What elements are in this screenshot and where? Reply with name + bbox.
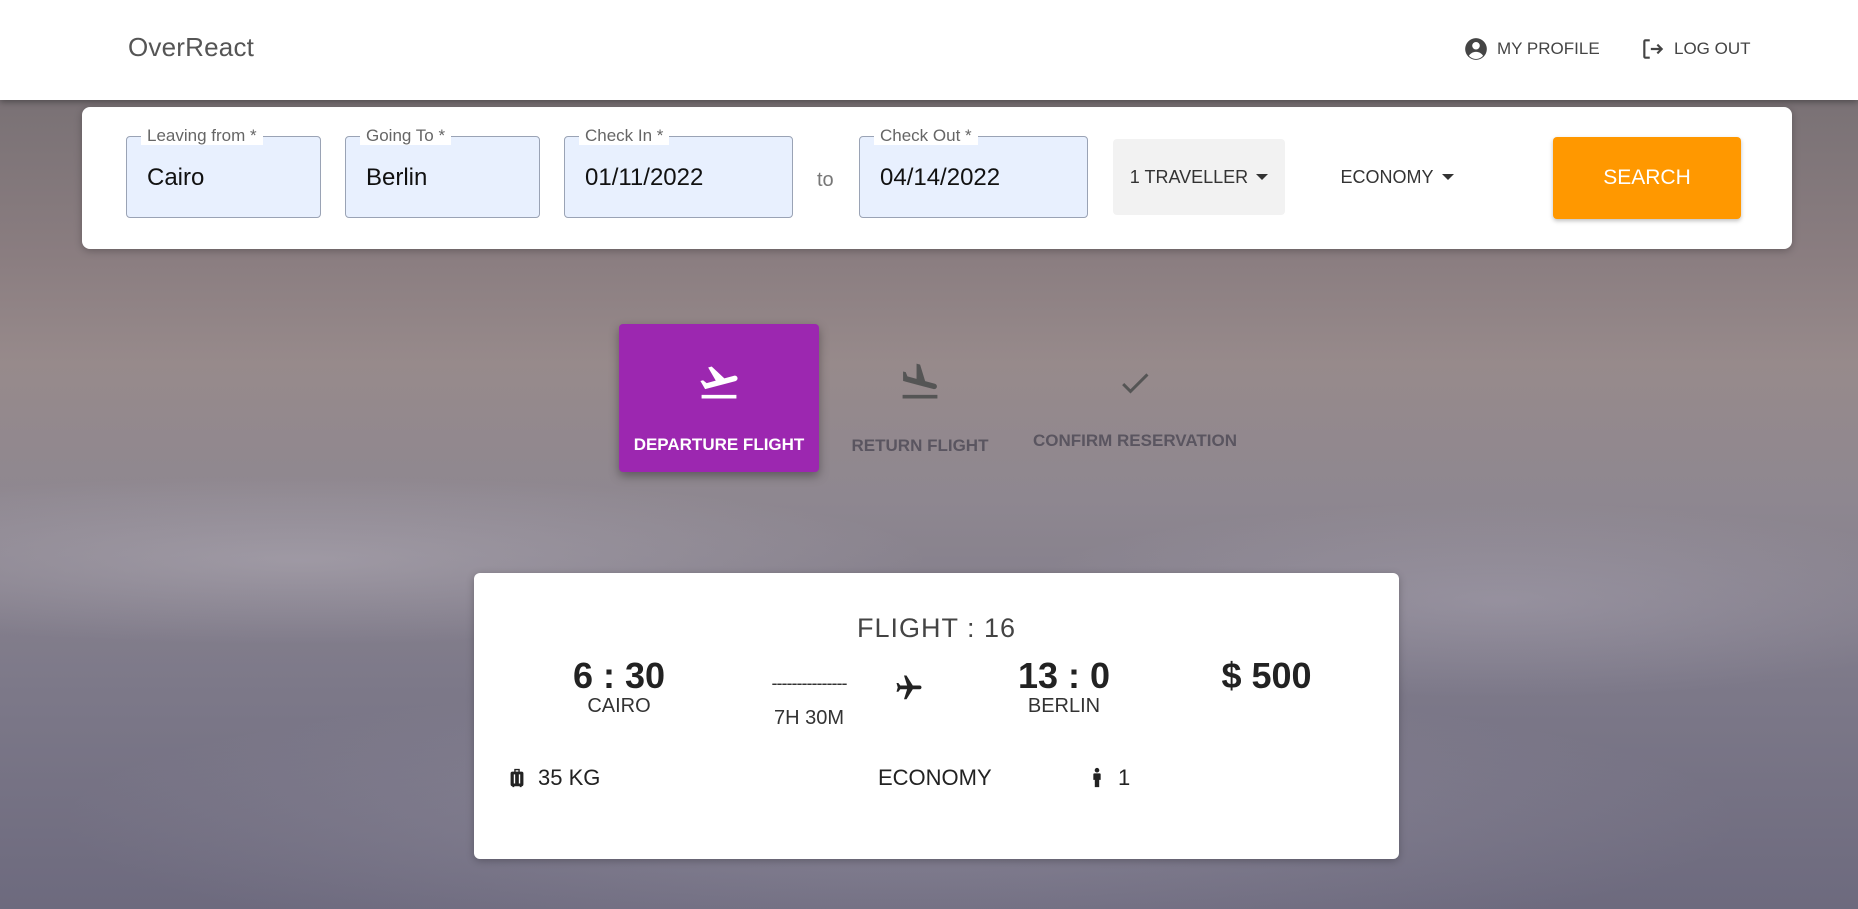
traveller-label: 1 TRAVELLER [1129, 166, 1249, 187]
passenger-count: 1 [1086, 765, 1130, 791]
airplane-icon [896, 675, 922, 700]
date-range-separator: to [817, 169, 834, 191]
route-indicator: --------------- 7H 30M [744, 673, 944, 733]
check-in-field[interactable]: Check In * 01/11/2022 [564, 127, 793, 218]
cabin-class-dropdown[interactable]: ECONOMY [1322, 139, 1472, 215]
search-button[interactable]: SEARCH [1553, 137, 1741, 219]
departure-city: CAIRO [587, 695, 651, 717]
log-out-button[interactable]: LOG OUT [1640, 34, 1751, 64]
leaving-from-label: Leaving from * [141, 127, 263, 145]
flight-price: $ 500 [1221, 655, 1312, 696]
arrival-info: 13 : 0 BERLIN [979, 655, 1149, 718]
passenger-value: 1 [1118, 765, 1131, 790]
traveller-dropdown[interactable]: 1 TRAVELLER [1113, 139, 1285, 215]
flight-takeoff-icon [700, 366, 738, 399]
departure-info: 6 : 30 CAIRO [534, 655, 704, 718]
step-return-label: RETURN FLIGHT [851, 436, 989, 455]
going-to-label: Going To * [360, 127, 452, 145]
going-to-value[interactable]: Berlin [366, 164, 427, 192]
check-out-field[interactable]: Check Out * 04/14/2022 [859, 127, 1088, 218]
going-to-field[interactable]: Going To * Berlin [345, 127, 540, 218]
check-out-value[interactable]: 04/14/2022 [880, 164, 1000, 192]
caret-down-icon [1441, 174, 1454, 180]
person-icon [1093, 767, 1101, 788]
check-out-label: Check Out * [874, 127, 978, 145]
account-circle-icon [1465, 38, 1487, 60]
step-confirm-reservation[interactable]: CONFIRM RESERVATION [1030, 365, 1240, 450]
cabin-value: ECONOMY [878, 765, 992, 790]
caret-down-icon [1256, 174, 1269, 180]
app-bar: OverReact MY PROFILE LOG OUT [0, 0, 1858, 100]
step-return-flight[interactable]: RETURN FLIGHT [845, 360, 995, 455]
baggage-value: 35 KG [538, 765, 601, 790]
my-profile-button[interactable]: MY PROFILE [1463, 34, 1600, 64]
step-confirm-label: CONFIRM RESERVATION [1032, 431, 1237, 450]
check-in-value[interactable]: 01/11/2022 [585, 164, 703, 192]
log-out-label: LOG OUT [1674, 39, 1751, 58]
route-line: --------------- [771, 673, 848, 693]
check-in-label: Check In * [579, 127, 670, 145]
my-profile-label: MY PROFILE [1497, 39, 1600, 58]
search-bar: Leaving from * Cairo Going To * Berlin C… [82, 107, 1792, 249]
flight-land-icon [902, 363, 938, 399]
leaving-from-field[interactable]: Leaving from * Cairo [126, 127, 321, 218]
flight-duration: 7H 30M [773, 707, 845, 729]
arrival-city: BERLIN [1027, 695, 1101, 717]
cabin-class-label: ECONOMY [1340, 166, 1434, 187]
baggage-allowance: 35 KG [506, 765, 600, 791]
step-departure-flight[interactable]: DEPARTURE FLIGHT [619, 324, 819, 472]
leaving-from-value[interactable]: Cairo [147, 164, 204, 192]
flight-card[interactable]: FLIGHT : 16 6 : 30 CAIRO ---------------… [474, 573, 1399, 859]
departure-time: 6 : 30 [572, 655, 666, 696]
step-departure-label: DEPARTURE FLIGHT [633, 435, 805, 454]
cabin-class: ECONOMY [878, 765, 992, 791]
arrival-time: 13 : 0 [1017, 655, 1111, 696]
luggage-icon [510, 768, 524, 788]
logout-icon [1643, 39, 1664, 59]
brand-logo[interactable]: OverReact [128, 32, 254, 63]
check-icon [1122, 373, 1149, 394]
flight-number: FLIGHT : 16 [856, 613, 1017, 643]
